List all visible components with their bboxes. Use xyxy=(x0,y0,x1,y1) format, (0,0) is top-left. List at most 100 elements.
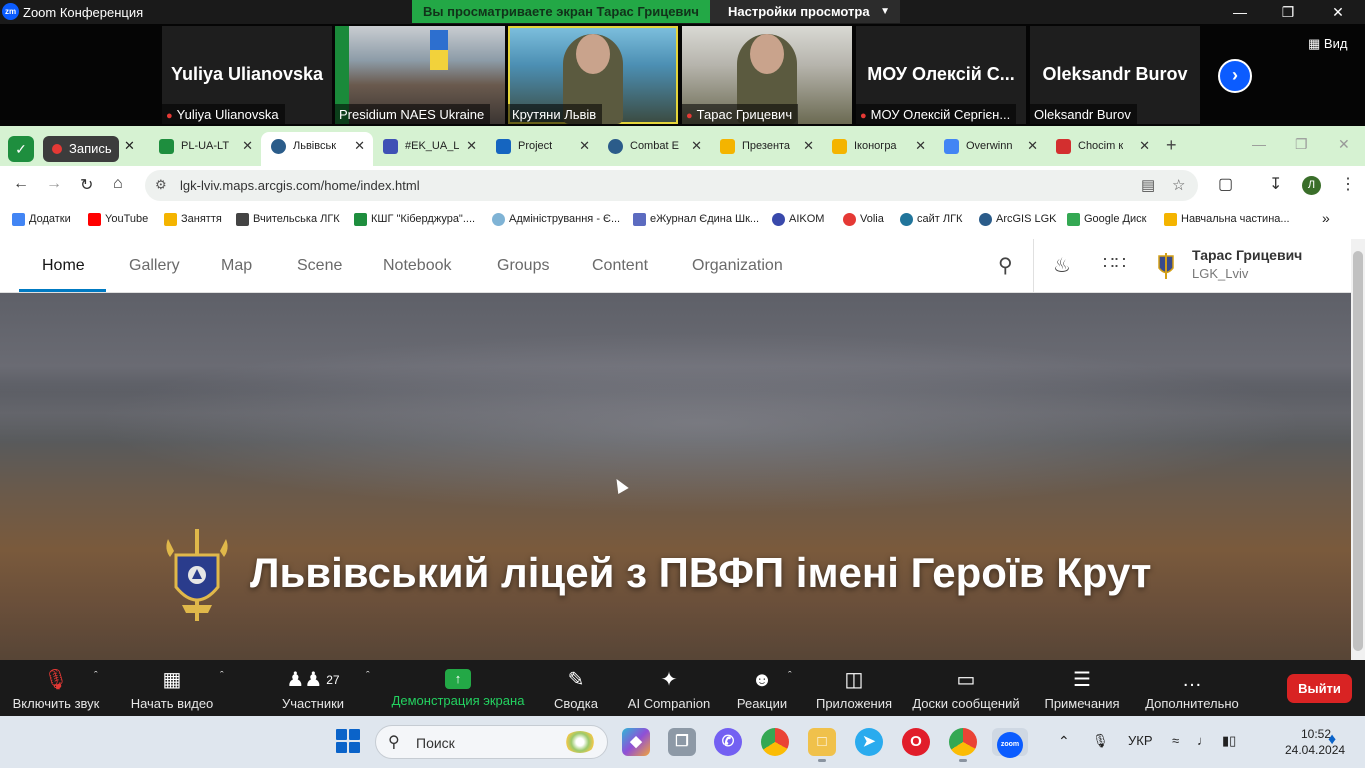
browser-tab[interactable]: Combat E ✕ xyxy=(598,132,710,166)
close-icon[interactable]: ✕ xyxy=(466,138,477,154)
whiteboards-button[interactable]: ▭ Доски сообщений xyxy=(908,660,1024,716)
language-indicator[interactable]: УКР xyxy=(1128,733,1153,748)
participant-tile[interactable]: Presidium NAES Ukraine xyxy=(335,26,505,124)
close-icon[interactable]: ✕ xyxy=(1027,138,1038,154)
close-icon[interactable]: ✕ xyxy=(691,138,702,154)
bookmark-item[interactable]: Заняття xyxy=(164,213,222,226)
view-button[interactable]: ▦ Вид xyxy=(1308,36,1347,52)
zoom-taskbar-icon[interactable]: zoom xyxy=(992,728,1028,758)
shield-icon[interactable]: ✓ xyxy=(8,136,34,162)
close-icon[interactable]: ✕ xyxy=(1318,2,1358,22)
bookmark-item[interactable]: Google Диск xyxy=(1067,213,1146,226)
bookmark-item[interactable]: AIKOM xyxy=(772,213,824,226)
battery-icon[interactable]: ▮▯ xyxy=(1222,733,1236,749)
extensions-icon[interactable]: ▢ xyxy=(1218,174,1233,194)
chrome-profile-icon[interactable] xyxy=(949,728,977,762)
nav-scene[interactable]: Scene xyxy=(297,257,342,275)
chevron-up-icon[interactable]: ˆ xyxy=(366,670,370,682)
minimize-icon[interactable]: — xyxy=(1220,2,1260,22)
restore-icon[interactable]: ❐ xyxy=(1268,2,1308,22)
bookmark-item[interactable]: еЖурнал Єдина Шк... xyxy=(633,213,759,226)
viber-icon[interactable]: ✆ xyxy=(714,728,742,756)
user-avatar-crest-icon[interactable] xyxy=(1156,253,1176,279)
scrollbar-thumb[interactable] xyxy=(1353,251,1363,651)
close-icon[interactable]: ✕ xyxy=(354,138,365,154)
browser-tab[interactable]: PL-UA-LT ✕ xyxy=(149,132,261,166)
bookmark-item[interactable]: сайт ЛГК xyxy=(900,213,962,226)
nav-notebook[interactable]: Notebook xyxy=(383,257,452,275)
system-clock[interactable]: 10:52 24.04.2024 xyxy=(1285,726,1345,758)
participant-tile-active[interactable]: Крутяни Львів xyxy=(508,26,678,124)
nav-organization[interactable]: Organization xyxy=(692,257,783,275)
windows-start-icon[interactable] xyxy=(336,729,360,753)
wifi-icon[interactable]: ≈ xyxy=(1172,733,1179,748)
bookmark-item[interactable]: Навчальна частина... xyxy=(1164,213,1290,226)
home-icon[interactable]: ⌂ xyxy=(113,175,123,193)
close-icon[interactable]: ✕ xyxy=(242,138,253,154)
next-page-arrow-icon[interactable]: › xyxy=(1218,59,1252,93)
nav-groups[interactable]: Groups xyxy=(497,257,549,275)
profile-avatar[interactable]: Л xyxy=(1302,176,1321,195)
bookmark-item[interactable]: ArcGIS LGK xyxy=(979,213,1057,226)
bookmark-item[interactable]: Додатки xyxy=(12,213,71,226)
bell-icon[interactable]: ♨ xyxy=(1053,253,1071,278)
browser-tab-active[interactable]: Львівськ ✕ xyxy=(261,132,373,166)
restore-icon[interactable]: ❐ xyxy=(1295,136,1308,153)
unmute-button[interactable]: 🎙 Включить звук ˆ xyxy=(8,660,104,716)
chevron-up-icon[interactable]: ˆ xyxy=(220,670,224,682)
back-arrow-icon[interactable]: ← xyxy=(13,175,29,193)
participant-tile[interactable]: Yuliya Ulianovska ● Yuliya Ulianovska xyxy=(162,26,332,124)
close-icon[interactable]: ✕ xyxy=(1139,138,1150,154)
close-icon[interactable]: ✕ xyxy=(915,138,926,154)
bookmark-item[interactable]: Volia xyxy=(843,213,884,226)
chrome-icon[interactable] xyxy=(761,728,789,756)
forward-arrow-icon[interactable]: → xyxy=(46,175,62,193)
chevron-up-icon[interactable]: ˆ xyxy=(788,670,792,682)
recording-indicator[interactable]: Запись xyxy=(43,136,119,162)
speaker-icon[interactable]: ♩ xyxy=(1197,733,1210,748)
participant-tile[interactable]: ● Тарас Грицевич xyxy=(682,26,852,124)
apps-button[interactable]: ◫ Приложения xyxy=(812,660,896,716)
participant-tile[interactable]: МОУ Олексій С... ● МОУ Олексій Сергієн... xyxy=(856,26,1026,124)
leave-meeting-button[interactable]: Выйти xyxy=(1287,674,1352,703)
address-bar[interactable]: ⚙ lgk-lviv.maps.arcgis.com/home/index.ht… xyxy=(145,170,1198,201)
telegram-icon[interactable]: ➤ xyxy=(855,728,883,756)
download-icon[interactable]: ↧ xyxy=(1269,174,1282,194)
participant-tile[interactable]: Oleksandr Burov Oleksandr Burov xyxy=(1030,26,1200,124)
start-video-button[interactable]: ▦ Начать видео ˆ xyxy=(126,660,224,716)
close-icon[interactable]: ✕ xyxy=(1338,136,1350,153)
bookmark-item[interactable]: КШГ "Кіберджура".... xyxy=(354,213,475,226)
new-tab-icon[interactable]: + xyxy=(1166,135,1177,156)
file-explorer-icon[interactable]: □ xyxy=(808,728,836,762)
participants-button[interactable]: ♟♟ 27 Участники ˆ xyxy=(278,660,370,716)
browser-tab[interactable]: Chocim к ✕ xyxy=(1046,132,1158,166)
user-name[interactable]: Тарас Грицевич xyxy=(1192,247,1302,263)
view-settings-dropdown[interactable]: Настройки просмотра ▼ xyxy=(710,0,900,23)
nav-content[interactable]: Content xyxy=(592,257,648,275)
ai-companion-button[interactable]: ✦ AI Companion xyxy=(624,660,714,716)
opera-icon[interactable]: O xyxy=(902,728,930,756)
share-screen-button[interactable]: ↑ Демонстрация экрана xyxy=(390,660,526,716)
page-scrollbar[interactable] xyxy=(1351,239,1365,660)
close-icon[interactable]: ✕ xyxy=(124,138,135,154)
translate-icon[interactable]: ▤ xyxy=(1141,176,1155,194)
nav-home[interactable]: Home xyxy=(42,257,85,275)
bookmark-item[interactable]: Адміністрування - Є... xyxy=(492,213,620,226)
task-view-icon[interactable]: ❐ xyxy=(668,728,696,756)
more-button[interactable]: … Дополнительно xyxy=(1140,660,1244,716)
close-icon[interactable]: ✕ xyxy=(803,138,814,154)
app-launcher-icon[interactable]: ∷∷ xyxy=(1103,253,1126,274)
reactions-button[interactable]: ☻ Реакции ˆ xyxy=(734,660,792,716)
reload-icon[interactable]: ↻ xyxy=(80,175,93,195)
site-info-icon[interactable]: ⚙ xyxy=(155,177,167,193)
browser-tab[interactable]: Іконогра ✕ xyxy=(822,132,934,166)
bookmark-item[interactable]: Вчительська ЛГК xyxy=(236,213,340,226)
chevron-up-icon[interactable]: ⌃ xyxy=(1058,733,1070,750)
more-bookmarks-icon[interactable]: » xyxy=(1322,210,1330,226)
microphone-icon[interactable]: 🎙 xyxy=(1092,733,1109,749)
copilot-icon[interactable]: ◆ xyxy=(622,728,650,756)
browser-tab[interactable]: Project ✕ xyxy=(486,132,598,166)
browser-tab[interactable]: #EK_UA_L ✕ xyxy=(373,132,485,166)
nav-map[interactable]: Map xyxy=(221,257,252,275)
bookmark-star-icon[interactable]: ☆ xyxy=(1172,176,1185,194)
